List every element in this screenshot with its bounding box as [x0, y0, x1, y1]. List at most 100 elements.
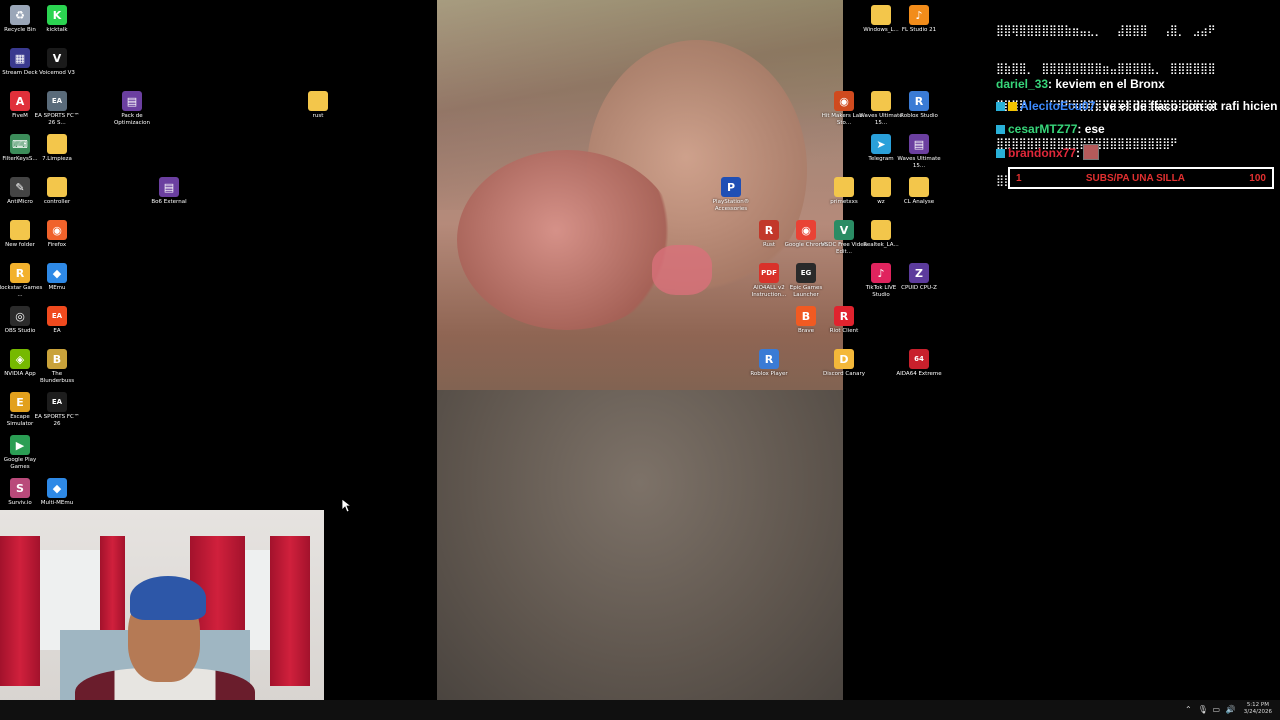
desktop-icon-label: Multi-MEmu — [40, 500, 74, 506]
desktop-icon[interactable]: R Roblox Studio — [899, 88, 939, 132]
goal-title: SUBS/PA UNA SILLA — [1085, 172, 1185, 184]
desktop-icon[interactable]: Waves Ultimate 15... — [859, 88, 903, 132]
desktop-icon[interactable]: Windows_L... — [861, 2, 901, 46]
desktop-icon[interactable]: primetxxs — [824, 174, 864, 218]
folder-icon — [871, 177, 891, 197]
desktop-icon[interactable]: V Voicemod V3 — [37, 45, 77, 89]
desktop-icon[interactable]: ▤ Waves Ultimate 15... — [897, 131, 941, 175]
desktop-icon-label: The Blunderbuss — [39, 371, 75, 384]
app-icon: 64 — [909, 349, 929, 369]
network-icon[interactable]: ▭ — [1212, 705, 1221, 714]
app-icon: B — [47, 349, 67, 369]
desktop-icon[interactable]: ✎ AntiMicro — [0, 174, 40, 218]
taskbar: ⌃ 🎙 ▭ 🔊 5:12 PM 3/24/2026 — [0, 700, 1280, 720]
desktop-icon[interactable]: V VSDC Free Video Edit... — [821, 217, 867, 261]
clock-time: 5:12 PM — [1246, 702, 1269, 708]
app-icon: EG — [796, 263, 816, 283]
chat-message: brandonx77: — [996, 144, 1100, 160]
desktop-icon-label: kicktalk — [46, 27, 68, 33]
desktop-icon[interactable]: B Brave — [786, 303, 826, 347]
chat-message: cesarMTZ77: ese — [996, 122, 1105, 136]
badge-icon — [996, 125, 1005, 134]
speaker-icon[interactable]: 🔊 — [1226, 705, 1236, 714]
desktop-icon[interactable]: ⌨ FilterKeysS... — [0, 131, 40, 175]
app-icon: ◉ — [47, 220, 67, 240]
desktop-icon[interactable]: P PlayStation® Accessories — [711, 174, 751, 218]
folder-icon — [909, 177, 929, 197]
app-icon: ⌨ — [10, 134, 30, 154]
desktop-icon[interactable]: ◉ Firefox — [37, 217, 77, 261]
desktop-icon[interactable]: ▦ Stream Deck — [0, 45, 40, 89]
microphone-icon[interactable]: 🎙 — [1198, 705, 1208, 714]
desktop-icon[interactable]: R Rust — [749, 217, 789, 261]
app-icon: K — [47, 5, 67, 25]
chevron-up-icon[interactable]: ⌃ — [1184, 705, 1193, 714]
app-icon: EA — [47, 392, 67, 412]
chat-username[interactable]: cesarMTZ77 — [1008, 122, 1077, 136]
folder-icon — [871, 91, 891, 111]
desktop-icon-label: EA SPORTS FC™ 26 S... — [34, 113, 80, 126]
emote-icon — [1083, 144, 1100, 160]
desktop-icon[interactable]: ♪ TikTok LIVE Studio — [861, 260, 901, 304]
app-icon: V — [47, 48, 67, 68]
desktop-icon[interactable]: EA EA SPORTS FC™ 26 — [34, 389, 80, 433]
desktop-icon[interactable]: 64 AIDA64 Extreme — [896, 346, 942, 390]
folder-icon — [47, 134, 67, 154]
desktop-icon[interactable]: R Rockstar Games ... — [0, 260, 42, 304]
desktop-icon[interactable]: R Riot Client — [824, 303, 864, 347]
desktop-icon[interactable]: EG Epic Games Launcher — [786, 260, 826, 304]
desktop-icon[interactable]: ♪ FL Studio 21 — [899, 2, 939, 46]
goal-target: 100 — [1249, 172, 1266, 184]
desktop-icon[interactable]: controller — [37, 174, 77, 218]
desktop-icon[interactable]: B The Blunderbuss — [37, 346, 77, 390]
desktop-icon[interactable]: rust — [298, 88, 338, 132]
chat-text: : — [1076, 146, 1081, 160]
app-icon: R — [909, 91, 929, 111]
desktop-icon[interactable]: EA EA SPORTS FC™ 26 S... — [34, 88, 80, 132]
desktop-icon[interactable]: ♻ Recycle Bin — [0, 2, 40, 46]
desktop-icon[interactable]: CL Analyse — [899, 174, 939, 218]
badge-icon — [1008, 102, 1017, 111]
desktop-icon-label: Roblox Studio — [900, 113, 938, 119]
app-icon: ♪ — [871, 263, 891, 283]
desktop-icon[interactable]: ◉ Google Chrome — [785, 217, 827, 261]
desktop-icon[interactable]: Realtek_LA... — [861, 217, 901, 261]
badge-icon — [996, 149, 1005, 158]
desktop-icon[interactable]: ◎ OBS Studio — [0, 303, 40, 347]
clock-date: 3/24/2026 — [1243, 709, 1272, 715]
desktop-icon-label: AIDA64 Extreme — [896, 371, 942, 377]
webcam-feed — [0, 510, 324, 720]
desktop-icon[interactable]: D Discord Canary — [823, 346, 865, 390]
desktop-icon[interactable]: ▶ Google Play Games — [0, 432, 40, 476]
app-icon: ▦ — [10, 48, 30, 68]
app-icon: EA — [47, 91, 67, 111]
sub-goal-bar: 1 SUBS/PA UNA SILLA 100 — [1008, 167, 1274, 189]
app-icon: ✎ — [10, 177, 30, 197]
ascii-line: ⣿⣷⣿⣿⡀⠀⣿⣿⣿⣿⣿⣿⣿⣿⣶⣤⣿⣿⣿⣿⣧⡀⠀⣿⣿⣿⣿⣿⣿ — [996, 61, 1216, 75]
desktop-icon[interactable]: R Roblox Player — [749, 346, 789, 390]
desktop-icon-label: EA SPORTS FC™ 26 — [34, 414, 80, 427]
desktop-icon[interactable]: Z CPUID CPU-Z — [899, 260, 939, 304]
app-icon: ▤ — [159, 177, 179, 197]
app-icon: E — [10, 392, 30, 412]
app-icon: R — [834, 306, 854, 326]
desktop-icon[interactable]: 7.Limpieza — [37, 131, 77, 175]
folder-icon — [10, 220, 30, 240]
desktop-icon[interactable]: ▤ Bo6 External — [149, 174, 189, 218]
app-icon: D — [834, 349, 854, 369]
desktop-icon-label: EA — [53, 328, 61, 334]
desktop-icon[interactable]: ◆ MEmu — [37, 260, 77, 304]
chat-username[interactable]: AlecitoEcu07 — [1020, 99, 1095, 113]
chat-username[interactable]: dariel_33 — [996, 77, 1048, 91]
app-icon: R — [10, 263, 30, 283]
desktop-icon[interactable]: New folder — [0, 217, 40, 261]
desktop-icon[interactable]: Kkicktalk — [37, 2, 77, 46]
chat-username[interactable]: brandonx77 — [1008, 146, 1076, 160]
app-icon: ▤ — [909, 134, 929, 154]
desktop-icon[interactable]: EA EA — [37, 303, 77, 347]
clock[interactable]: 5:12 PM 3/24/2026 — [1244, 702, 1272, 716]
desktop-icon[interactable]: wz — [861, 174, 901, 218]
desktop-icon[interactable]: ▤ Pack de Optimizacion — [112, 88, 152, 132]
folder-icon — [47, 177, 67, 197]
desktop-icon[interactable]: ➤ Telegram — [861, 131, 901, 175]
